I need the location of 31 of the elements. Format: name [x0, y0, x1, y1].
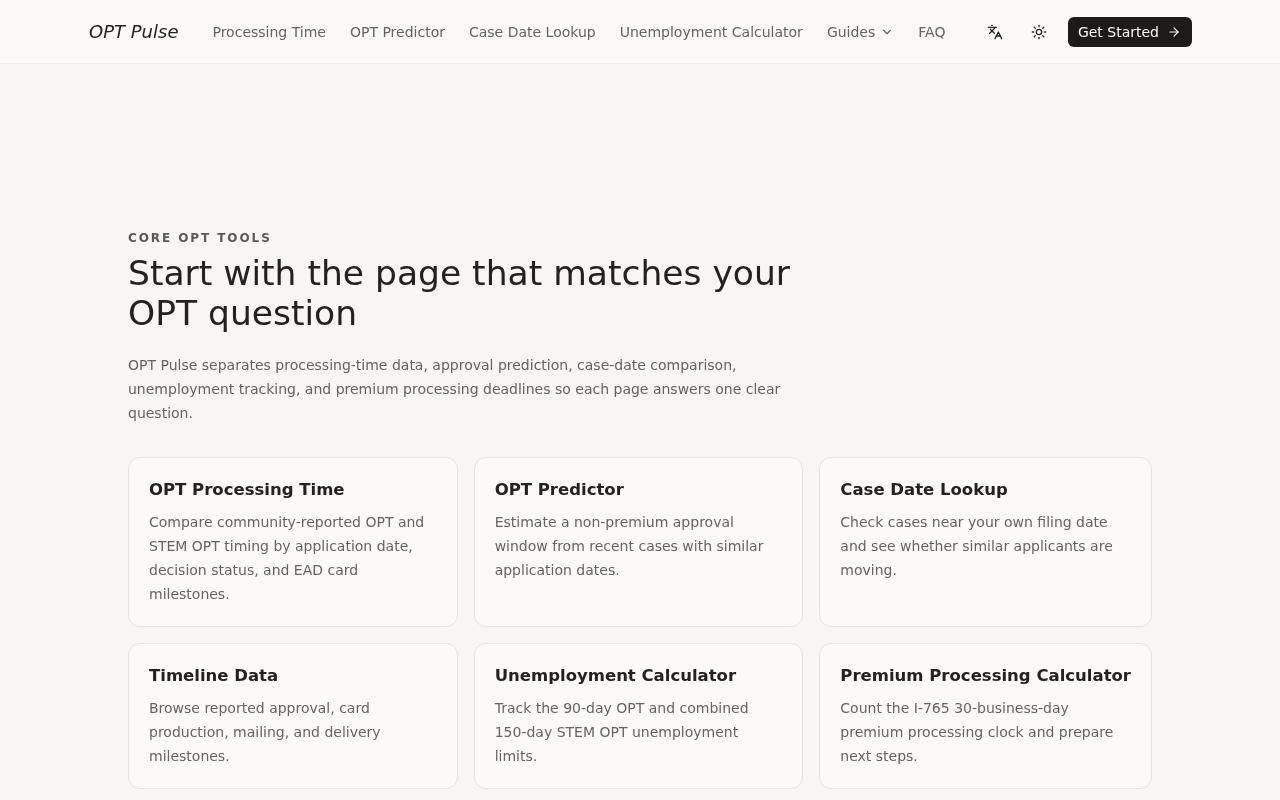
- card-title: Premium Processing Calculator: [840, 665, 1131, 687]
- card-title: Timeline Data: [149, 665, 280, 687]
- card-description: Estimate a non-premium approval window from recent cases with similar application dates.: [494, 513, 765, 580]
- card-title: OPT Predictor: [494, 479, 625, 501]
- nav-link[interactable]: Case Date Lookup: [468, 23, 596, 40]
- site-logo[interactable]: OPT Pulse: [89, 21, 179, 42]
- card-description: Count the I-765 30-business-day premium processing clock and prepare next steps.: [840, 699, 1115, 766]
- card-title: Case Date Lookup: [840, 479, 1009, 501]
- section-heading: Start with the page that matches your OPT question: [128, 253, 791, 333]
- tool-card[interactable]: OPT Predictor Estimate a non-premium approval window from recent cases with similar application dates.: [473, 457, 804, 627]
- card-title: OPT Processing Time: [149, 479, 346, 501]
- nav-link[interactable]: FAQ: [918, 23, 946, 40]
- tool-card[interactable]: OPT Processing Time Compare community-reported OPT and STEM OPT timing by application date, decision status, and EAD card milestones.: [128, 457, 458, 627]
- section-eyebrow: CORE OPT TOOLS: [128, 230, 273, 247]
- sun-icon: [1030, 23, 1047, 40]
- nav-link[interactable]: Unemployment Calculator: [619, 23, 803, 40]
- nav-link[interactable]: Processing Time: [212, 23, 326, 40]
- section-intro: OPT Pulse separates processing-time data, approval prediction, case-date comparison, unemployment tracking, and premium processing deadlines so each page answers one clear question.: [128, 356, 782, 423]
- nav-link[interactable]: OPT Predictor: [349, 23, 445, 40]
- card-description: Compare community-reported OPT and STEM OPT timing by application date, decision status, and EAD card milestones.: [149, 513, 426, 604]
- card-description: Check cases near your own filing date and see whether similar applicants are moving.: [840, 513, 1114, 580]
- card-description: Browse reported approval, card production, mailing, and delivery milestones.: [149, 699, 382, 766]
- translate-icon: [986, 23, 1003, 40]
- get-started-button[interactable]: Get Started: [1067, 16, 1192, 47]
- card-description: Track the 90-day OPT and combined 150-day STEM OPT unemployment limits.: [494, 699, 750, 766]
- tool-card[interactable]: Timeline Data Browse reported approval, card production, mailing, and delivery milestones.: [128, 643, 458, 789]
- guides-menu[interactable]: Guides: [826, 23, 895, 40]
- tool-card[interactable]: Case Date Lookup Check cases near your own filing date and see whether similar applicants are moving.: [819, 457, 1152, 627]
- tool-card[interactable]: Unemployment Calculator Track the 90-day OPT and combined 150-day STEM OPT unemployment limits.: [473, 643, 804, 789]
- tool-card[interactable]: Premium Processing Calculator Count the I-765 30-business-day premium processing clock and prepare next steps.: [819, 643, 1152, 789]
- card-title: Unemployment Calculator: [494, 665, 738, 687]
